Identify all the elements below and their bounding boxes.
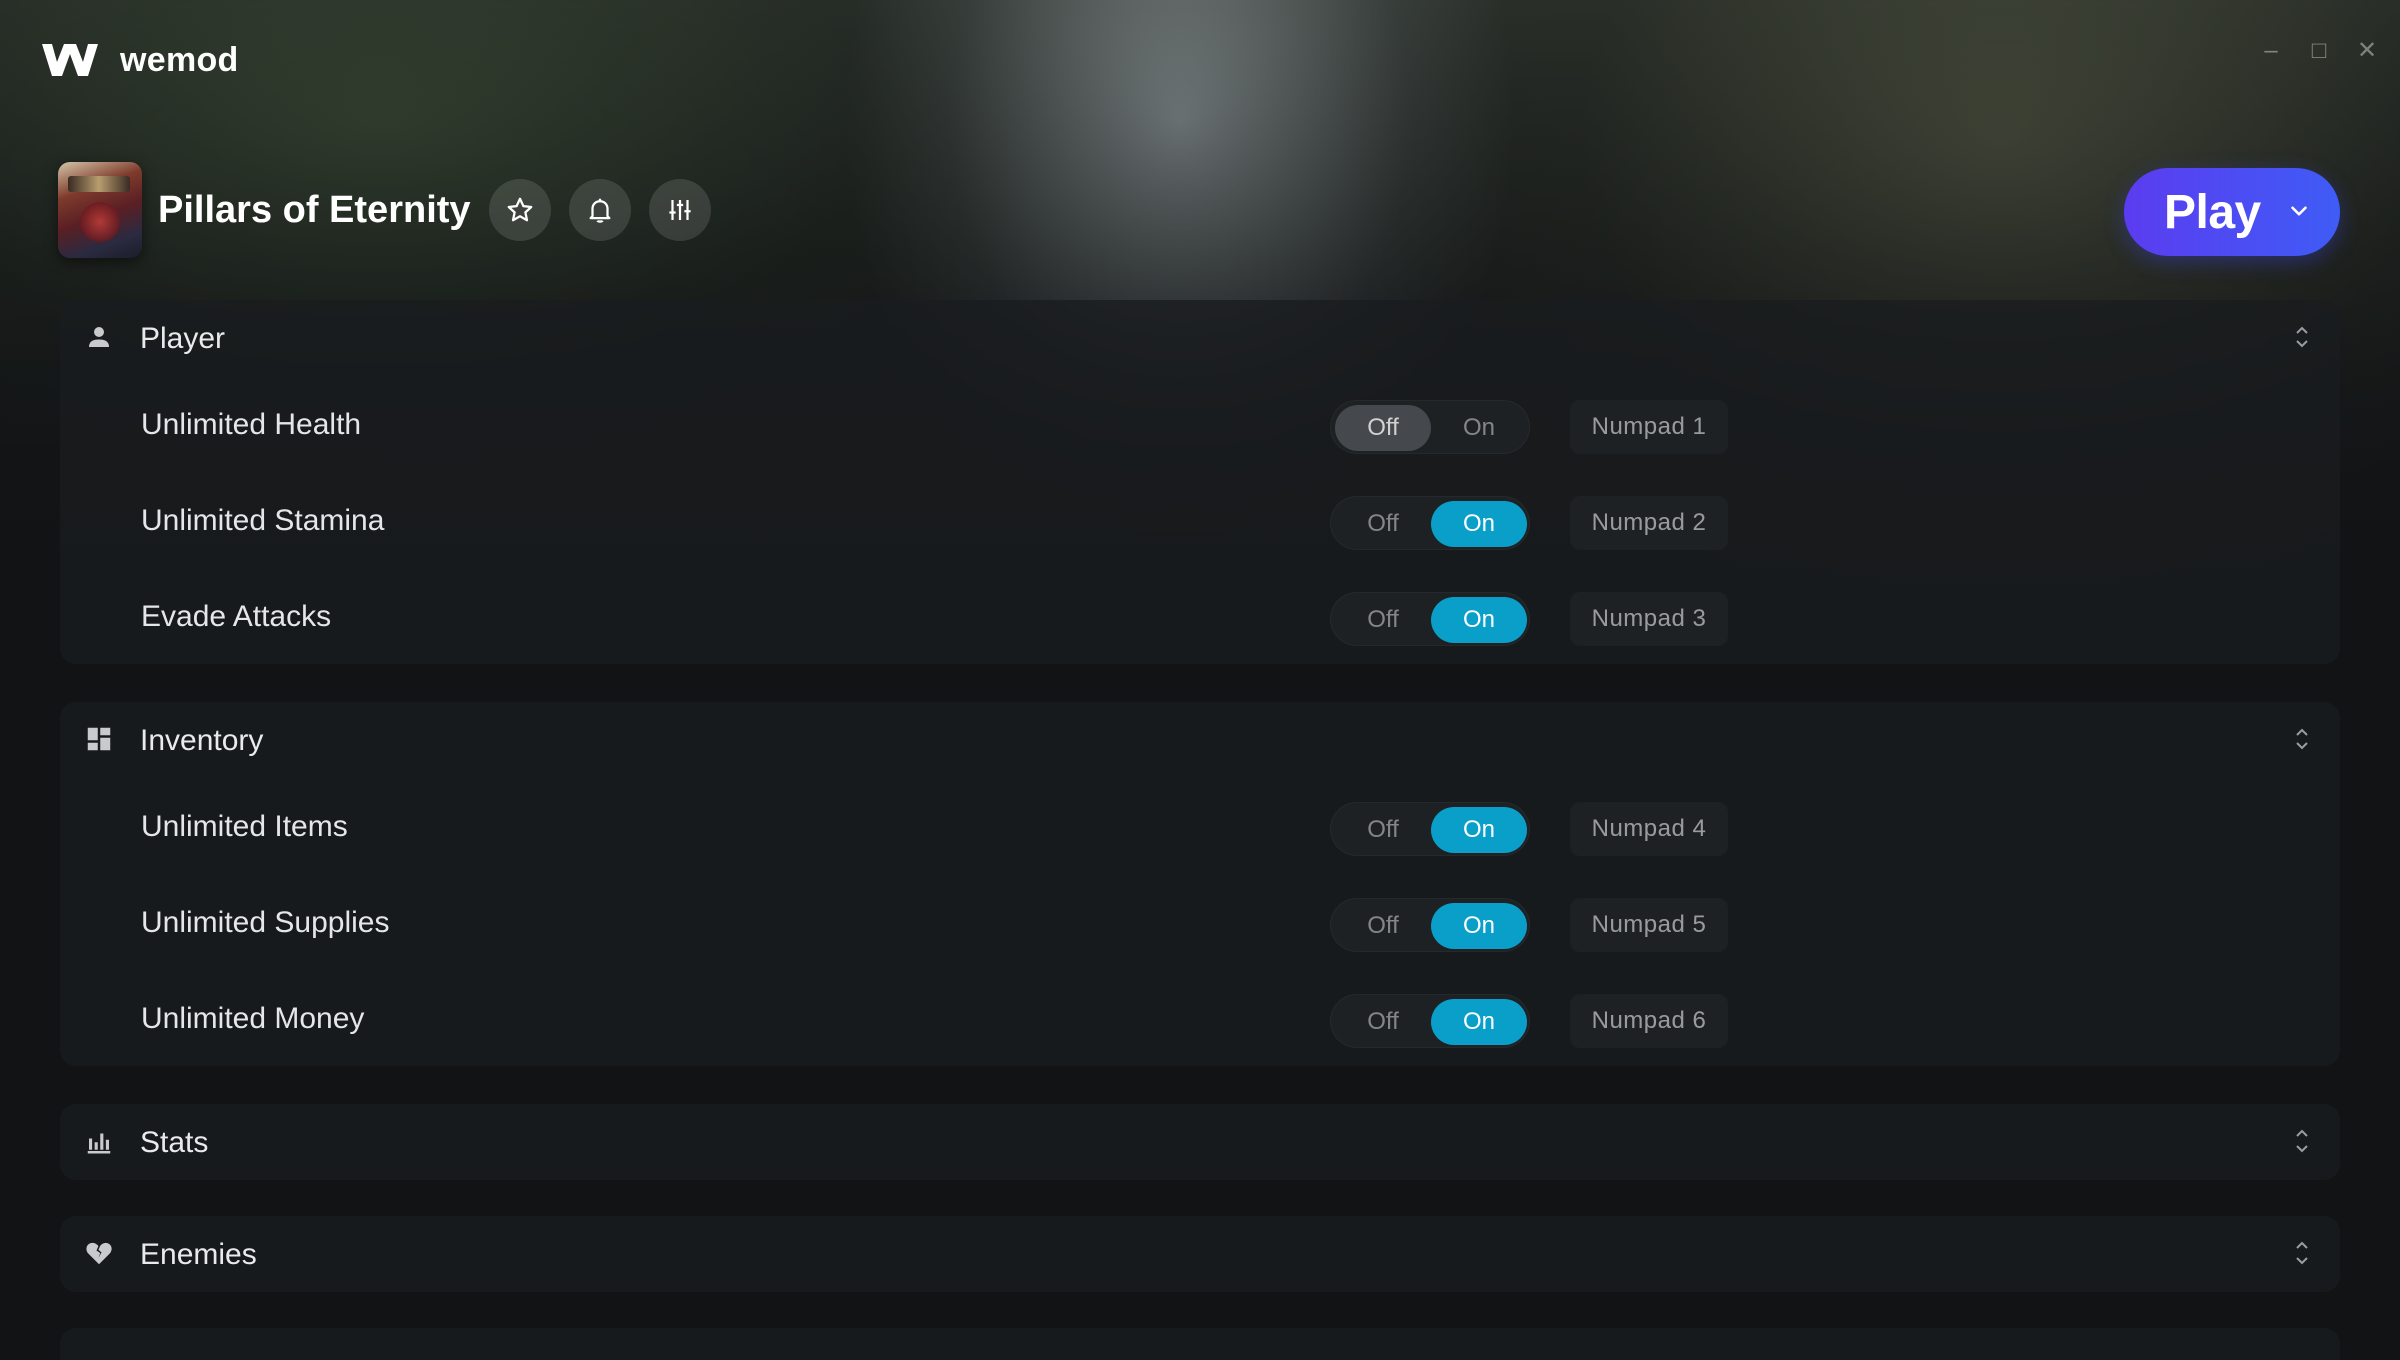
cheat-row: Evade Attacks Off On Numpad 3 [60, 568, 2340, 664]
toggle-on-option[interactable]: On [1431, 501, 1527, 547]
hotkey-badge[interactable]: Numpad 4 [1570, 802, 1728, 856]
section-title: Player [140, 322, 226, 355]
cheat-toggle[interactable]: Off On [1330, 496, 1530, 550]
section-header-enemies[interactable]: Enemies [60, 1216, 2340, 1292]
cheat-name: Unlimited Items [141, 810, 348, 843]
hotkey-badge[interactable]: Numpad 6 [1570, 994, 1728, 1048]
hotkey-badge[interactable]: Numpad 5 [1570, 898, 1728, 952]
cheat-toggle[interactable]: Off On [1330, 994, 1530, 1048]
cheat-row: Unlimited Supplies Off On Numpad 5 [60, 874, 2340, 970]
maximize-icon[interactable]: □ [2308, 39, 2330, 63]
game-title: Pillars of Eternity [158, 188, 471, 231]
cheat-name: Unlimited Supplies [141, 906, 390, 939]
grid-icon [87, 727, 111, 751]
app-name: wemod [120, 40, 239, 79]
cheat-toggle[interactable]: Off On [1330, 802, 1530, 856]
toggle-off-option[interactable]: Off [1335, 903, 1431, 949]
toggle-on-option[interactable]: On [1431, 807, 1527, 853]
toggle-off-option[interactable]: Off [1335, 597, 1431, 643]
section-next-partial[interactable] [60, 1328, 2340, 1360]
notifications-button[interactable] [568, 179, 631, 241]
cheat-toggle[interactable]: Off On [1330, 592, 1530, 646]
section-player: Player Unlimited Health Off On Numpad 1 … [60, 300, 2340, 664]
bell-icon [589, 198, 611, 223]
play-button[interactable]: Play [2124, 168, 2340, 256]
section-enemies[interactable]: Enemies [60, 1216, 2340, 1292]
cheat-toggle[interactable]: Off On [1330, 898, 1530, 952]
expand-chevron-icon[interactable] [2292, 1238, 2312, 1268]
cheat-row: Unlimited Health Off On Numpad 1 [60, 376, 2340, 472]
chevron-down-icon[interactable] [2286, 198, 2312, 224]
cheat-name: Unlimited Health [141, 408, 362, 441]
cheat-row: Unlimited Money Off On Numpad 6 [60, 970, 2340, 1066]
favorite-button[interactable] [488, 179, 551, 241]
toggle-off-option[interactable]: Off [1335, 807, 1431, 853]
window-controls: – □ ✕ [2260, 39, 2378, 63]
minimize-icon[interactable]: – [2260, 39, 2282, 63]
person-icon [89, 327, 109, 347]
sliders-icon [668, 200, 691, 220]
toggle-on-option[interactable]: On [1431, 999, 1527, 1045]
toggle-off-option[interactable]: Off [1335, 501, 1431, 547]
toggle-on-option[interactable]: On [1431, 405, 1527, 451]
collapse-chevron-icon[interactable] [2292, 322, 2312, 352]
bar-chart-icon [87, 1133, 111, 1154]
star-icon [507, 197, 532, 222]
game-header: Pillars of Eternity [58, 162, 711, 258]
section-title: Inventory [140, 724, 264, 757]
brand: wemod [38, 38, 239, 82]
expand-chevron-icon[interactable] [2292, 1126, 2312, 1156]
cheat-name: Unlimited Money [141, 1002, 365, 1035]
cheat-name: Unlimited Stamina [141, 504, 385, 537]
cheat-toggle[interactable]: Off On [1330, 400, 1530, 454]
collapse-chevron-icon[interactable] [2292, 724, 2312, 754]
section-header-stats[interactable]: Stats [60, 1104, 2340, 1180]
section-header-inventory[interactable]: Inventory [60, 702, 2340, 778]
section-header-player[interactable]: Player [60, 300, 2340, 376]
cheat-row: Unlimited Stamina Off On Numpad 2 [60, 472, 2340, 568]
cheat-name: Evade Attacks [141, 600, 332, 633]
toggle-on-option[interactable]: On [1431, 597, 1527, 643]
section-inventory: Inventory Unlimited Items Off On Numpad … [60, 702, 2340, 1066]
section-title: Enemies [140, 1238, 257, 1271]
toggle-off-option[interactable]: Off [1335, 999, 1431, 1045]
hotkey-badge[interactable]: Numpad 3 [1570, 592, 1728, 646]
toggle-off-option[interactable]: Off [1335, 405, 1431, 451]
play-button-label: Play [2164, 185, 2261, 239]
section-stats[interactable]: Stats [60, 1104, 2340, 1180]
section-title: Stats [140, 1126, 209, 1159]
settings-button[interactable] [648, 179, 711, 241]
hotkey-badge[interactable]: Numpad 2 [1570, 496, 1728, 550]
game-cover-image [58, 162, 142, 258]
hotkey-badge[interactable]: Numpad 1 [1570, 400, 1728, 454]
wemod-logo-icon [42, 44, 98, 76]
broken-heart-icon [86, 1242, 112, 1265]
title-bar: wemod – □ ✕ [0, 0, 2400, 120]
cheat-row: Unlimited Items Off On Numpad 4 [60, 778, 2340, 874]
close-icon[interactable]: ✕ [2356, 39, 2378, 63]
toggle-on-option[interactable]: On [1431, 903, 1527, 949]
